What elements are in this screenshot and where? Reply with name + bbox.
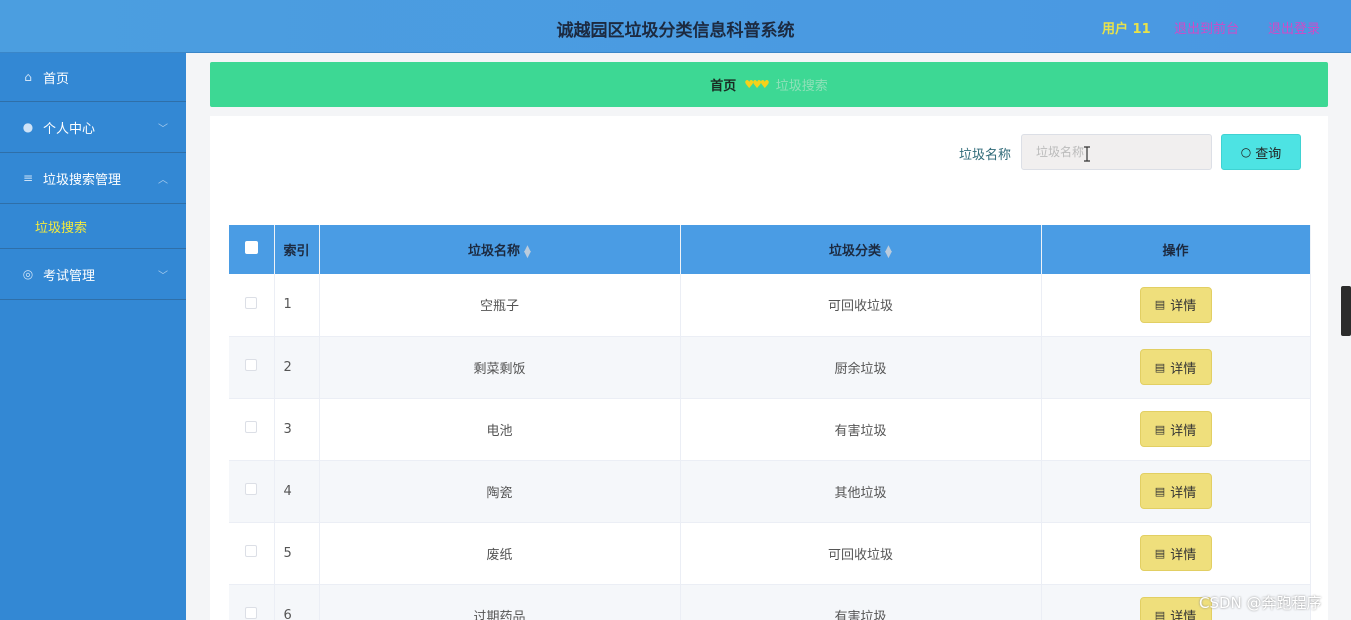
row-garbage-category: 可回收垃圾 xyxy=(680,522,1042,585)
row-garbage-name: 空瓶子 xyxy=(319,274,681,337)
home-icon: ⌂ xyxy=(24,70,32,84)
sidebar-item-label: 考试管理 xyxy=(43,268,96,284)
current-user[interactable]: 用户 11 xyxy=(1102,18,1151,37)
detail-button-label: 详情 xyxy=(1170,547,1197,563)
main-panel: 垃圾名称 ○ 查询 索引 垃圾名称▲▼ 垃圾分类▲▼ 操作 1 空瓶子 可回收垃… xyxy=(210,116,1328,620)
top-bar: 诚越园区垃圾分类信息科普系统 用户 11 退出到前台 退出登录 xyxy=(0,0,1351,53)
sidebar-item-label: 垃圾搜索 xyxy=(35,220,88,236)
detail-button-label: 详情 xyxy=(1170,361,1197,377)
detail-button-label: 详情 xyxy=(1170,423,1197,439)
row-garbage-name: 陶瓷 xyxy=(319,460,681,523)
detail-button[interactable]: ▤ 详情 xyxy=(1139,411,1212,447)
row-checkbox[interactable] xyxy=(245,421,258,433)
row-index: 5 xyxy=(274,522,320,585)
row-garbage-category: 其他垃圾 xyxy=(680,460,1042,523)
document-icon: ▤ xyxy=(1154,608,1166,620)
row-checkbox[interactable] xyxy=(245,607,258,619)
row-checkbox[interactable] xyxy=(245,359,258,371)
garbage-name-search-input[interactable] xyxy=(1021,134,1212,170)
detail-button-label: 详情 xyxy=(1170,299,1197,315)
table-row: 6 过期药品 有害垃圾 ▤ 详情 xyxy=(229,584,1311,620)
sidebar-item-label: 垃圾搜索管理 xyxy=(43,172,122,188)
row-index: 1 xyxy=(274,274,320,337)
row-garbage-category: 可回收垃圾 xyxy=(680,274,1042,337)
sidebar-item-personal-center[interactable]: ● 个人中心 ﹀ xyxy=(0,102,186,153)
menu-icon: ≡ xyxy=(22,171,34,185)
header-index: 索引 xyxy=(274,225,320,274)
detail-button-label: 详情 xyxy=(1170,609,1197,620)
document-icon: ▤ xyxy=(1154,298,1166,312)
logout-link[interactable]: 退出登录 xyxy=(1268,18,1320,37)
header-garbage-category[interactable]: 垃圾分类 ▲ ▼ xyxy=(680,225,1042,274)
chevron-up-icon: ︿ xyxy=(158,175,168,186)
back-to-front-link[interactable]: 退出到前台 xyxy=(1174,18,1239,37)
row-checkbox[interactable] xyxy=(245,545,258,557)
sidebar-item-label: 首页 xyxy=(43,71,70,87)
table-row: 4 陶瓷 其他垃圾 ▤ 详情 xyxy=(229,460,1311,523)
table-row: 2 剩菜剩饭 厨余垃圾 ▤ 详情 xyxy=(229,336,1311,399)
sidebar-item-label: 个人中心 xyxy=(43,121,96,137)
sidebar-subitem-garbage-search[interactable]: 垃圾搜索 xyxy=(0,204,186,249)
table-row: 1 空瓶子 可回收垃圾 ▤ 详情 xyxy=(229,274,1311,337)
select-all-cell xyxy=(229,225,275,274)
garbage-table: 索引 垃圾名称 ▲ ▼ 垃圾分类 ▲ ▼ 操作 1 空瓶子 可回收垃圾 ▤ 详情 2 剩菜… xyxy=(229,225,1311,620)
document-icon: ▤ xyxy=(1154,360,1166,374)
row-garbage-category: 厨余垃圾 xyxy=(680,336,1042,399)
row-checkbox[interactable] xyxy=(245,296,258,309)
detail-button-label: 详情 xyxy=(1170,485,1197,501)
header-label: 垃圾名称 xyxy=(468,244,521,259)
row-garbage-name: 剩菜剩饭 xyxy=(319,336,681,399)
row-garbage-name: 电池 xyxy=(319,398,681,461)
header-actions: 操作 xyxy=(1041,225,1311,274)
row-index: 6 xyxy=(274,584,320,620)
select-all-checkbox[interactable] xyxy=(244,241,258,254)
detail-button[interactable]: ▤ 详情 xyxy=(1139,473,1212,509)
row-index: 3 xyxy=(274,398,320,461)
row-garbage-category: 有害垃圾 xyxy=(680,584,1042,620)
breadcrumb-home[interactable]: 首页 xyxy=(710,75,736,94)
table-row: 3 电池 有害垃圾 ▤ 详情 xyxy=(229,398,1311,461)
row-index: 4 xyxy=(274,460,320,523)
search-button-label: 查询 xyxy=(1255,146,1282,162)
sort-icon[interactable]: ▲ ▼ xyxy=(524,244,531,259)
table-row: 5 废纸 可回收垃圾 ▤ 详情 xyxy=(229,522,1311,585)
detail-button[interactable]: ▤ 详情 xyxy=(1139,535,1212,571)
row-garbage-name: 过期药品 xyxy=(319,584,681,620)
table-header-row: 索引 垃圾名称 ▲ ▼ 垃圾分类 ▲ ▼ 操作 xyxy=(229,225,1311,274)
sidebar: ⌂ 首页 ● 个人中心 ﹀ ≡ 垃圾搜索管理 ︿ 垃圾搜索 ◎ 考试管理 ﹀ xyxy=(0,53,186,620)
row-garbage-name: 废纸 xyxy=(319,522,681,585)
document-icon: ▤ xyxy=(1154,484,1166,498)
document-icon: ▤ xyxy=(1154,422,1166,436)
heart-separator-icon: ♥♥♥ xyxy=(744,78,770,91)
search-button[interactable]: ○ 查询 xyxy=(1221,134,1301,170)
row-garbage-category: 有害垃圾 xyxy=(680,398,1042,461)
sort-icon[interactable]: ▲ ▼ xyxy=(885,244,892,259)
search-icon: ○ xyxy=(1240,145,1252,159)
detail-button[interactable]: ▤ 详情 xyxy=(1139,349,1212,385)
text-cursor-icon xyxy=(1084,146,1090,162)
breadcrumb: 首页 ♥♥♥ 垃圾搜索 xyxy=(210,62,1328,107)
row-index: 2 xyxy=(274,336,320,399)
watermark: CSDN @奔跑程序 xyxy=(1199,594,1322,612)
chevron-down-icon: ﹀ xyxy=(158,271,168,282)
sidebar-item-exam-management[interactable]: ◎ 考试管理 ﹀ xyxy=(0,249,186,300)
header-label: 垃圾分类 xyxy=(829,244,882,259)
row-checkbox[interactable] xyxy=(245,483,258,495)
breadcrumb-current: 垃圾搜索 xyxy=(775,79,828,94)
user-icon: ● xyxy=(22,120,34,134)
search-label: 垃圾名称 xyxy=(959,148,1012,163)
detail-button[interactable]: ▤ 详情 xyxy=(1139,286,1212,323)
page-scrollbar-thumb[interactable] xyxy=(1341,286,1351,336)
exam-icon: ◎ xyxy=(22,267,34,281)
document-icon: ▤ xyxy=(1154,546,1166,560)
sidebar-item-home[interactable]: ⌂ 首页 xyxy=(0,53,186,102)
sidebar-item-garbage-search-management[interactable]: ≡ 垃圾搜索管理 ︿ xyxy=(0,153,186,204)
header-garbage-name[interactable]: 垃圾名称 ▲ ▼ xyxy=(319,225,681,274)
chevron-down-icon: ﹀ xyxy=(158,124,168,135)
